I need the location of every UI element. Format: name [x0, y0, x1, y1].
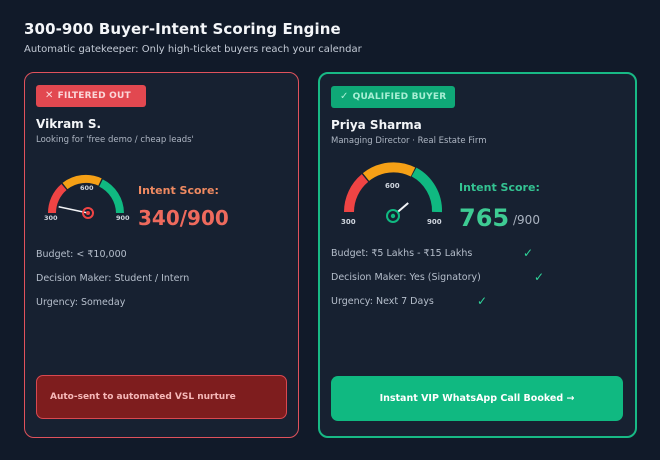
- intent-gauge: 300 600 900: [341, 162, 442, 226]
- badge-label: FILTERED OUT: [57, 91, 131, 101]
- check-icon: ✓: [340, 91, 349, 102]
- budget-text: Budget: ₹5 Lakhs - ₹15 Lakhs: [331, 248, 473, 259]
- check-icon: ✓: [534, 270, 545, 284]
- whatsapp-call-booked-button[interactable]: Instant VIP WhatsApp Call Booked →: [331, 376, 623, 421]
- lead-name: Vikram S.: [36, 117, 102, 131]
- gauge-red-segment: [343, 174, 369, 213]
- qualified-lead-card: ✓ QUALIFIED BUYER Priya Sharma Managing D…: [318, 72, 637, 438]
- gauge-orange-segment: [362, 162, 416, 182]
- urgency-text: Urgency: Someday: [36, 297, 126, 308]
- vsl-nurture-button[interactable]: Auto-sent to automated VSL nurture: [36, 375, 287, 419]
- gauge-min-label: 300: [44, 214, 58, 222]
- check-icon: ✓: [477, 294, 488, 308]
- intent-score-value: 765: [459, 204, 510, 232]
- intent-gauge: 300 600 900: [44, 174, 130, 222]
- filtered-out-badge: ✕ FILTERED OUT: [36, 85, 146, 107]
- badge-label: QUALIFIED BUYER: [352, 92, 447, 102]
- gauge-hub-dot: [390, 213, 396, 219]
- budget-text: Budget: < ₹10,000: [36, 249, 127, 260]
- check-icon: ✓: [523, 246, 534, 260]
- intent-score-denominator: /900: [513, 213, 540, 227]
- page-subtitle: Automatic gatekeeper: Only high-ticket b…: [24, 44, 362, 55]
- lead-name: Priya Sharma: [331, 118, 422, 132]
- lead-role: Looking for 'free demo / cheap leads': [36, 135, 194, 145]
- intent-score-label: Intent Score:: [459, 181, 540, 194]
- gauge-min-label: 300: [341, 218, 356, 226]
- intent-score-label: Intent Score:: [138, 184, 219, 197]
- filtered-lead-card: ✕ FILTERED OUT Vikram S. Looking for 'fre…: [24, 72, 299, 438]
- gauge-mid-label: 600: [385, 182, 400, 190]
- gauge-max-label: 900: [116, 214, 130, 222]
- gauge-max-label: 900: [427, 218, 442, 226]
- gauge-red-segment: [47, 183, 67, 214]
- gauge-green-segment: [411, 167, 442, 213]
- qualified-buyer-badge: ✓ QUALIFIED BUYER: [331, 86, 455, 108]
- gauge-green-segment: [99, 179, 124, 214]
- lead-role: Managing Director · Real Estate Firm: [331, 136, 487, 146]
- gauge-hub-dot: [86, 211, 90, 215]
- decision-maker-text: Decision Maker: Yes (Signatory): [331, 272, 481, 283]
- urgency-text: Urgency: Next 7 Days: [331, 296, 434, 307]
- intent-score-value: 340/900: [138, 206, 229, 230]
- page-title: 300-900 Buyer-Intent Scoring Engine: [24, 20, 341, 38]
- gauge-mid-label: 600: [80, 184, 94, 192]
- decision-maker-text: Decision Maker: Student / Intern: [36, 273, 190, 284]
- x-icon: ✕: [45, 90, 54, 101]
